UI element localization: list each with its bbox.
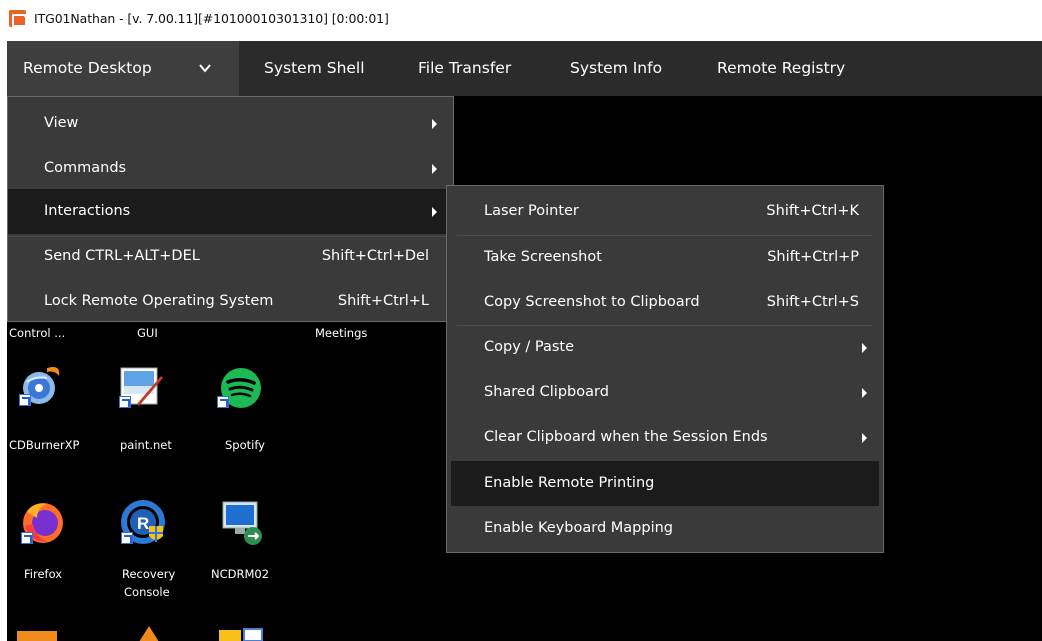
tab-system-shell[interactable]: System Shell [264, 41, 365, 96]
desktop-icon-label: Meetings [315, 326, 368, 340]
submenu-arrow-icon [432, 207, 437, 217]
menu-item-label: Clear Clipboard when the Session Ends [484, 429, 768, 445]
menu-item-label: Take Screenshot [484, 249, 602, 265]
menu-item-label: Lock Remote Operating System [44, 293, 274, 309]
menu-item-enable-keyboard-mapping[interactable]: Enable Keyboard Mapping [447, 506, 883, 551]
tab-system-info[interactable]: System Info [570, 41, 662, 96]
partial-icon [17, 631, 57, 641]
tab-remote-desktop[interactable]: Remote Desktop [7, 41, 239, 96]
cdburnerxp-icon[interactable] [17, 362, 65, 410]
spotify-icon[interactable] [217, 366, 265, 414]
menu-item-copy-paste[interactable]: Copy / Paste [447, 325, 883, 370]
menu-item-copy-screenshot[interactable]: Copy Screenshot to Clipboard Shift+Ctrl+… [447, 280, 883, 325]
menu-item-label: Enable Remote Printing [484, 475, 655, 491]
menu-item-label: Commands [44, 160, 127, 176]
menu-item-label: Enable Keyboard Mapping [484, 520, 673, 536]
svg-text:R: R [137, 514, 149, 533]
menu-item-view[interactable]: View [8, 101, 453, 146]
menu-item-lock-remote-os[interactable]: Lock Remote Operating System Shift+Ctrl+… [8, 279, 453, 324]
desktop-icon-label: Control ... [9, 326, 66, 340]
menu-item-label: Send CTRL+ALT+DEL [44, 248, 200, 264]
submenu-arrow-icon [432, 119, 437, 129]
desktop-icon-label: Console [124, 585, 170, 599]
desktop-icon-label: CDBurnerXP [9, 438, 80, 452]
desktop-icon-label: NCDRM02 [211, 567, 270, 581]
desktop-icon-label: GUI [137, 326, 158, 340]
menu-item-take-screenshot[interactable]: Take Screenshot Shift+Ctrl+P [447, 235, 883, 280]
desktop-icon-label: Recovery [122, 567, 176, 581]
tab-remote-registry[interactable]: Remote Registry [717, 41, 845, 96]
menu-item-label: Copy / Paste [484, 339, 575, 355]
menu-item-laser-pointer[interactable]: Laser Pointer Shift+Ctrl+K [447, 189, 883, 234]
tab-remote-desktop-label: Remote Desktop [23, 59, 152, 77]
partial-icon [243, 628, 263, 641]
menu-item-interactions[interactable]: Interactions [8, 189, 453, 234]
submenu-arrow-icon [432, 164, 437, 174]
title-bar: ITG01Nathan - [v. 7.00.11][#101000103013… [0, 0, 1042, 41]
desktop-icon-label: Spotify [225, 438, 265, 452]
menu-item-shared-clipboard[interactable]: Shared Clipboard [447, 370, 883, 415]
menu-item-shortcut: Shift+Ctrl+P [767, 249, 859, 265]
menu-item-label: Laser Pointer [484, 203, 579, 219]
recovery-console-icon[interactable]: R [119, 500, 167, 548]
menu-item-label: Interactions [44, 203, 131, 219]
main-menu-bar: Remote Desktop System Shell File Transfe… [7, 41, 1042, 96]
menu-item-enable-remote-printing[interactable]: Enable Remote Printing [451, 461, 879, 506]
menu-item-shortcut: Shift+Ctrl+Del [321, 248, 429, 264]
menu-item-shortcut: Shift+Ctrl+S [766, 294, 859, 310]
remote-desktop-menu: View Commands Interactions Send CTRL+ALT… [7, 96, 454, 322]
menu-item-shortcut: Shift+Ctrl+L [337, 293, 429, 309]
paintnet-icon[interactable] [117, 364, 165, 412]
menu-item-send-ctrl-alt-del[interactable]: Send CTRL+ALT+DEL Shift+Ctrl+Del [8, 234, 453, 279]
menu-item-label: Shared Clipboard [484, 384, 609, 400]
desktop-icon-label: Firefox [24, 567, 63, 581]
app-logo-icon [9, 10, 26, 27]
submenu-arrow-icon [862, 343, 867, 353]
partial-icon [139, 626, 159, 641]
submenu-arrow-icon [862, 433, 867, 443]
menu-item-clear-clipboard[interactable]: Clear Clipboard when the Session Ends [447, 415, 883, 460]
menu-item-shortcut: Shift+Ctrl+K [766, 203, 859, 219]
interactions-submenu: Laser Pointer Shift+Ctrl+K Take Screensh… [446, 185, 884, 553]
chevron-down-icon [199, 64, 211, 73]
menu-item-label: View [44, 115, 79, 131]
menu-item-label: Copy Screenshot to Clipboard [484, 294, 700, 310]
window-title: ITG01Nathan - [v. 7.00.11][#101000103013… [34, 11, 389, 26]
desktop-icon-label: paint.net [120, 438, 172, 452]
remote-desktop-icon[interactable] [217, 498, 265, 546]
menu-item-commands[interactable]: Commands [8, 146, 453, 191]
submenu-arrow-icon [862, 388, 867, 398]
firefox-icon[interactable] [19, 498, 67, 546]
partial-icon [219, 630, 241, 641]
tab-file-transfer[interactable]: File Transfer [418, 41, 511, 96]
